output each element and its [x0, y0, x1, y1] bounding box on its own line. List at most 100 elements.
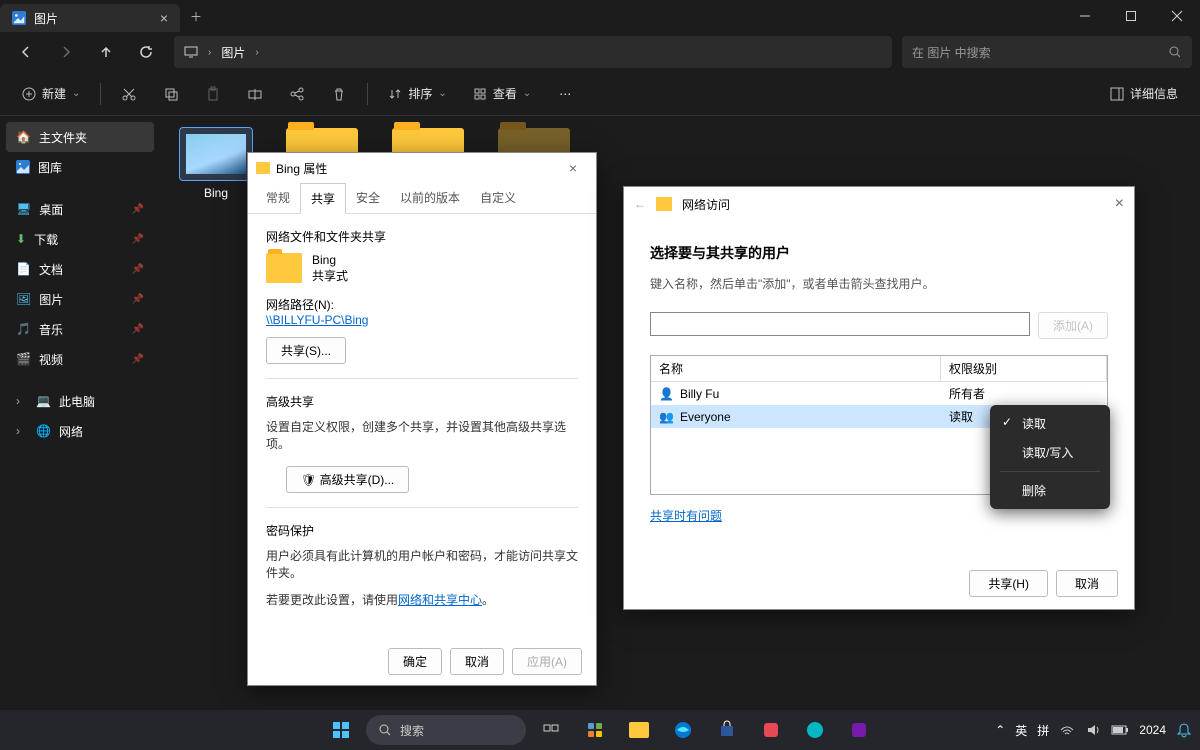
- shared-folder-name: Bing: [312, 253, 348, 267]
- delete-button[interactable]: [321, 78, 357, 110]
- share-button[interactable]: [279, 78, 315, 110]
- share-button[interactable]: 共享(S)...: [266, 337, 346, 364]
- close-window-button[interactable]: [1154, 0, 1200, 32]
- sidebar-item-network[interactable]: ›🌐网络: [6, 416, 154, 446]
- cancel-button[interactable]: 取消: [1056, 570, 1118, 597]
- clock-year: 2024: [1139, 723, 1166, 737]
- sidebar-item-documents[interactable]: 📄文档📌: [6, 254, 154, 284]
- notification-icon[interactable]: [1176, 722, 1192, 738]
- network-access-dialog: ← 网络访问 × 选择要与其共享的用户 键入名称，然后单击"添加"，或者单击箭头…: [623, 186, 1135, 610]
- sort-button[interactable]: 排序 ⌄: [378, 78, 456, 110]
- column-perm-header[interactable]: 权限级别: [941, 356, 1107, 381]
- start-button[interactable]: [322, 711, 360, 749]
- view-button[interactable]: 查看 ⌄: [463, 78, 541, 110]
- breadcrumb-bar[interactable]: › 图片 ›: [174, 36, 892, 68]
- new-button[interactable]: 新建 ⌄: [12, 78, 90, 110]
- close-button[interactable]: ×: [558, 160, 588, 176]
- refresh-button[interactable]: [128, 36, 164, 68]
- advanced-share-button[interactable]: 🛡 高级共享(D)...: [286, 466, 409, 493]
- edge-taskbar-icon[interactable]: [664, 711, 702, 749]
- cancel-button[interactable]: 取消: [450, 648, 504, 675]
- search-input[interactable]: 在 图片 中搜索: [902, 36, 1192, 68]
- folder-label: Bing: [204, 186, 228, 200]
- folder-share-icon: [656, 197, 672, 211]
- search-placeholder: 在 图片 中搜索: [912, 44, 991, 61]
- user-input[interactable]: [650, 312, 1030, 336]
- sidebar-item-thispc[interactable]: ›💻此电脑: [6, 386, 154, 416]
- trouble-sharing-link[interactable]: 共享时有问题: [650, 509, 722, 523]
- sidebar-item-desktop[interactable]: 🖥桌面📌: [6, 194, 154, 224]
- volume-icon[interactable]: [1085, 722, 1101, 738]
- monitor-icon: [184, 45, 198, 59]
- widgets-button[interactable]: [576, 711, 614, 749]
- store-taskbar-icon[interactable]: [708, 711, 746, 749]
- close-tab-icon[interactable]: ×: [160, 10, 168, 26]
- details-icon: [1110, 87, 1124, 101]
- menu-item-readwrite[interactable]: 读取/写入: [994, 438, 1106, 467]
- rename-button[interactable]: [237, 78, 273, 110]
- maximize-button[interactable]: [1108, 0, 1154, 32]
- tab-previous[interactable]: 以前的版本: [390, 183, 470, 213]
- sidebar-item-music[interactable]: 🎵音乐📌: [6, 314, 154, 344]
- pictures-icon: 🖼: [16, 292, 31, 306]
- cut-button[interactable]: [111, 78, 147, 110]
- taskbar-search[interactable]: 搜索: [366, 715, 526, 745]
- ime-indicator[interactable]: 拼: [1037, 722, 1049, 739]
- new-tab-button[interactable]: ＋: [180, 0, 212, 32]
- sidebar-item-pictures[interactable]: 🖼图片📌: [6, 284, 154, 314]
- download-icon: ⬇: [16, 232, 26, 246]
- dialog-header[interactable]: ← 网络访问 ×: [624, 187, 1134, 221]
- apply-button[interactable]: 应用(A): [512, 648, 582, 675]
- wifi-icon[interactable]: [1059, 722, 1075, 738]
- ok-button[interactable]: 确定: [388, 648, 442, 675]
- app-taskbar-icon[interactable]: [752, 711, 790, 749]
- user-row[interactable]: 👤Billy Fu 所有者: [651, 382, 1107, 405]
- sidebar-item-gallery[interactable]: 图库: [6, 152, 154, 182]
- sidebar-item-label: 网络: [59, 423, 83, 440]
- dialog-heading: 选择要与其共享的用户: [650, 243, 1108, 263]
- breadcrumb-item[interactable]: 图片: [221, 44, 245, 61]
- chevron-right-icon: ›: [16, 394, 28, 408]
- details-button[interactable]: 详细信息: [1100, 78, 1188, 110]
- tab-security[interactable]: 安全: [346, 183, 390, 213]
- share-button[interactable]: 共享(H): [969, 570, 1048, 597]
- battery-icon[interactable]: [1111, 724, 1129, 736]
- task-view-button[interactable]: [532, 711, 570, 749]
- paste-button[interactable]: [195, 78, 231, 110]
- tab-general[interactable]: 常规: [256, 183, 300, 213]
- network-center-link[interactable]: 网络和共享中心: [398, 593, 482, 607]
- folder-icon: [180, 128, 252, 180]
- tab-custom[interactable]: 自定义: [470, 183, 526, 213]
- more-button[interactable]: ⋯: [547, 78, 583, 110]
- sidebar-item-home[interactable]: 🏠主文件夹: [6, 122, 154, 152]
- minimize-button[interactable]: [1062, 0, 1108, 32]
- clock[interactable]: 2024: [1139, 723, 1166, 737]
- forward-button[interactable]: [48, 36, 84, 68]
- section-title: 高级共享: [266, 393, 578, 410]
- tab-sharing[interactable]: 共享: [300, 183, 346, 214]
- menu-item-remove[interactable]: 删除: [994, 476, 1106, 505]
- copy-button[interactable]: [153, 78, 189, 110]
- column-name-header[interactable]: 名称: [651, 356, 941, 381]
- tray-chevron-icon[interactable]: ⌃: [995, 723, 1005, 737]
- add-button[interactable]: 添加(A): [1038, 312, 1108, 339]
- app-taskbar-icon[interactable]: [840, 711, 878, 749]
- network-icon: 🌐: [36, 424, 51, 438]
- dialog-titlebar[interactable]: Bing 属性 ×: [248, 153, 596, 183]
- menu-item-read[interactable]: 读取: [994, 409, 1106, 438]
- sidebar-item-videos[interactable]: 🎬视频📌: [6, 344, 154, 374]
- tab-title: 图片: [34, 10, 58, 27]
- explorer-taskbar-icon[interactable]: [620, 711, 658, 749]
- close-button[interactable]: ×: [1115, 195, 1124, 213]
- up-button[interactable]: [88, 36, 124, 68]
- network-path-value[interactable]: \\BILLYFU-PC\Bing: [266, 313, 578, 327]
- app-taskbar-icon[interactable]: [796, 711, 834, 749]
- back-button[interactable]: ←: [634, 197, 646, 211]
- window-tab[interactable]: 图片 ×: [0, 4, 180, 32]
- back-button[interactable]: [8, 36, 44, 68]
- sidebar-item-downloads[interactable]: ⬇下载📌: [6, 224, 154, 254]
- chevron-down-icon: ⌄: [438, 88, 446, 99]
- pin-icon: 📌: [132, 204, 144, 215]
- folder-item-bing[interactable]: Bing: [176, 128, 256, 200]
- ime-indicator[interactable]: 英: [1015, 722, 1027, 739]
